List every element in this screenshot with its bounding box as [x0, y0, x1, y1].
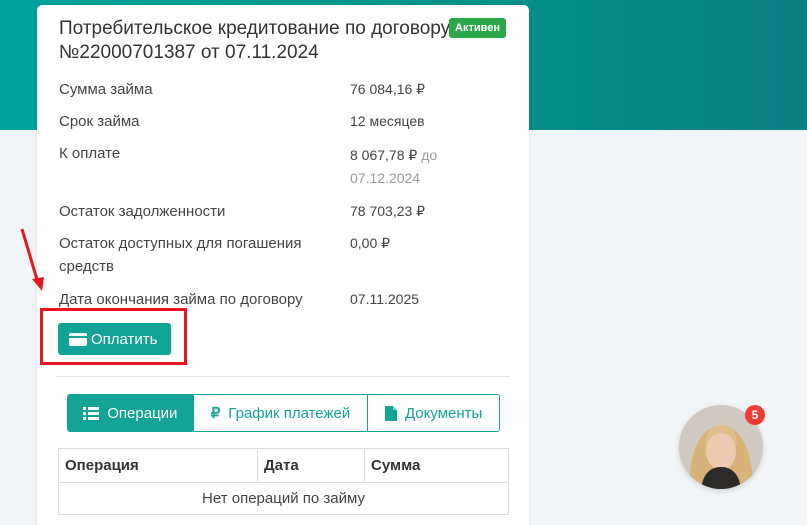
tab-payment-schedule[interactable]: ₽ График платежей — [193, 395, 369, 431]
end-date-value: 07.11.2025 — [350, 291, 420, 307]
document-icon — [384, 405, 397, 421]
tab-documents[interactable]: Документы — [368, 395, 499, 431]
loan-term-label: Срок займа — [59, 113, 140, 130]
notification-badge: 5 — [745, 405, 765, 425]
loan-amount-value: 76 084,16 ₽ — [350, 81, 426, 97]
amount-due-label: К оплате — [59, 145, 121, 162]
divider — [56, 376, 510, 377]
table-row: Нет операций по займу — [58, 482, 509, 515]
status-badge: Активен — [449, 18, 506, 38]
column-operation: Операция — [58, 448, 258, 483]
tab-operations-label: Операции — [107, 404, 178, 422]
annotation-highlight-box — [40, 308, 187, 365]
amount-due-value: 8 067,78 ₽ до 07.12.2024 — [350, 144, 470, 190]
loan-amount-label: Сумма займа — [59, 81, 153, 98]
column-amount: Сумма — [364, 448, 509, 483]
table-header-row: Операция Дата Сумма — [58, 448, 509, 483]
operations-table: Операция Дата Сумма Нет операций по займ… — [58, 448, 509, 515]
ruble-icon: ₽ — [210, 405, 221, 422]
available-funds-label: Остаток доступных для погашения средств — [59, 235, 302, 275]
loan-title: Потребительское кредитование по договору… — [59, 18, 451, 63]
amount-due-sum: 8 067,78 ₽ — [350, 147, 418, 163]
annotation-arrow — [20, 228, 44, 291]
available-funds-value: 0,00 ₽ — [350, 235, 391, 251]
list-icon — [83, 406, 100, 420]
column-date: Дата — [257, 448, 365, 483]
tab-documents-label: Документы — [404, 404, 483, 422]
tab-operations[interactable]: Операции — [68, 395, 194, 431]
loan-term-value: 12 месяцев — [350, 113, 425, 129]
debt-balance-value: 78 703,23 ₽ — [350, 203, 426, 219]
loan-card: Потребительское кредитование по договору… — [37, 5, 529, 525]
tab-payment-schedule-label: График платежей — [228, 404, 351, 422]
loan-tabs: Операции ₽ График платежей Документы — [67, 394, 500, 432]
chat-widget[interactable]: 5 — [679, 405, 765, 489]
debt-balance-label: Остаток задолженности — [59, 203, 226, 220]
empty-table-message: Нет операций по займу — [58, 482, 509, 515]
